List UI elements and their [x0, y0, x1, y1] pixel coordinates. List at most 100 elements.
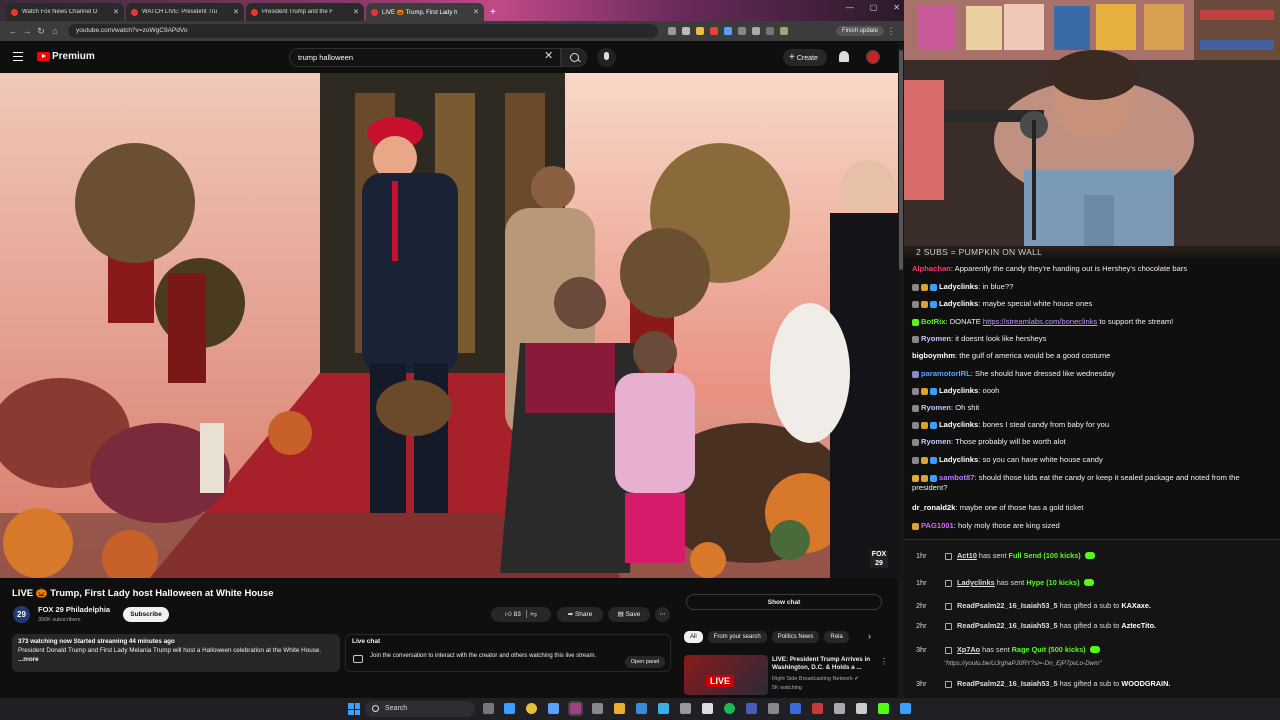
- chat-username[interactable]: Ladyclinks: [939, 282, 978, 291]
- sidebar-icon[interactable]: [766, 27, 774, 35]
- youtube-logo[interactable]: Premium: [37, 51, 95, 62]
- share-button[interactable]: ➦ Share: [557, 607, 603, 622]
- recommended-video-title[interactable]: LIVE: President Trump Arrives in Washing…: [772, 656, 882, 672]
- search-button[interactable]: [561, 48, 587, 67]
- windows-start-icon[interactable]: [348, 703, 360, 715]
- video-description[interactable]: 373 watching now Started streaming 44 mi…: [12, 634, 340, 672]
- save-button[interactable]: ▤ Save: [608, 607, 650, 622]
- browser-tab-4-active[interactable]: LIVE 🎃 Trump, First Lady h ✕: [366, 3, 484, 21]
- taskbar-search[interactable]: Search: [365, 701, 475, 717]
- extension-icon[interactable]: [710, 27, 718, 35]
- event-message-link[interactable]: "https://youtu.be/UJrghaPJ0RY?si=-Dn_EjP…: [944, 660, 1102, 667]
- reload-icon[interactable]: ↻: [34, 26, 48, 37]
- chip-all[interactable]: All: [684, 631, 703, 643]
- url-field[interactable]: youtube.com/watch?v=zoWgC9APdVo: [68, 24, 658, 38]
- scrollbar-thumb[interactable]: [899, 50, 903, 270]
- app-icon[interactable]: [834, 703, 845, 714]
- chip-politics-news[interactable]: Politics News: [771, 631, 820, 643]
- show-chat-button[interactable]: Show chat: [686, 594, 882, 610]
- chat-username[interactable]: Ryomen: [921, 403, 951, 412]
- app-icon[interactable]: [812, 703, 823, 714]
- finish-update-button[interactable]: Finish update: [835, 26, 884, 36]
- event-target-user[interactable]: WOODGRAIN.: [1121, 679, 1170, 688]
- recommended-channel-name[interactable]: Right Side Broadcasting Network ✔: [772, 676, 859, 682]
- chat-username[interactable]: bigboymhm: [912, 351, 955, 360]
- app-icon[interactable]: [790, 703, 801, 714]
- subscribe-button[interactable]: Subscribe: [123, 607, 169, 622]
- event-username[interactable]: ReadPsalm22_16_Isaiah53_5: [957, 679, 1058, 688]
- thumbs-down-icon[interactable]: │ 👎︎: [521, 611, 536, 618]
- search-input[interactable]: trump halloween: [289, 48, 561, 67]
- chat-username[interactable]: dr_ronald2k: [912, 503, 955, 512]
- chrome-icon[interactable]: [526, 703, 537, 714]
- chat-username[interactable]: Ladyclinks: [939, 455, 978, 464]
- back-icon[interactable]: ←: [6, 26, 20, 36]
- profile-icon[interactable]: [780, 27, 788, 35]
- voice-search-icon[interactable]: [597, 48, 616, 67]
- home-icon[interactable]: ⌂: [48, 26, 62, 36]
- browser-tab-3[interactable]: President Trump and the F ✕: [246, 3, 364, 21]
- channel-name[interactable]: FOX 29 Philadelphia: [38, 605, 110, 614]
- video-thumbnail[interactable]: LIVE: [684, 655, 768, 695]
- close-tab-icon[interactable]: ✕: [353, 8, 359, 16]
- chat-link[interactable]: https://streamlabs.com/boneclinks: [983, 317, 1097, 326]
- show-more-link[interactable]: ...more: [18, 656, 39, 663]
- app-icon[interactable]: [702, 703, 713, 714]
- close-tab-icon[interactable]: ✕: [233, 8, 239, 16]
- kebab-menu-icon[interactable]: ⋮: [880, 657, 888, 666]
- chevron-right-icon[interactable]: ›: [868, 631, 871, 641]
- chat-username[interactable]: Ladyclinks: [939, 386, 978, 395]
- chat-username[interactable]: Ladyclinks: [939, 299, 978, 308]
- extension-icon[interactable]: [738, 27, 746, 35]
- maximize-icon[interactable]: ▢: [870, 3, 878, 12]
- hamburger-menu-icon[interactable]: [13, 52, 23, 61]
- app-icon[interactable]: [900, 703, 911, 714]
- create-button[interactable]: + Create: [783, 49, 827, 66]
- app-icon[interactable]: [746, 703, 757, 714]
- like-dislike-button[interactable]: 👍︎ 83 │ 👎︎: [491, 607, 551, 622]
- chip-from-your-search[interactable]: From your search: [707, 631, 767, 643]
- app-icon[interactable]: [856, 703, 867, 714]
- task-view-icon[interactable]: [483, 703, 494, 714]
- close-tab-icon[interactable]: ✕: [473, 8, 479, 16]
- event-username[interactable]: Act10: [957, 551, 977, 560]
- extensions-puzzle-icon[interactable]: [752, 27, 760, 35]
- event-username[interactable]: Ladyclinks: [957, 578, 995, 587]
- app-icon[interactable]: [768, 703, 779, 714]
- extension-icon[interactable]: [696, 27, 704, 35]
- notifications-bell-icon[interactable]: [839, 51, 849, 62]
- open-panel-button[interactable]: Open panel: [625, 656, 665, 668]
- close-window-icon[interactable]: ✕: [893, 3, 900, 12]
- app-icon[interactable]: [548, 703, 559, 714]
- bookmark-star-icon[interactable]: [682, 27, 690, 35]
- chat-username[interactable]: Ryomen: [921, 437, 951, 446]
- extension-icon[interactable]: [724, 27, 732, 35]
- event-username[interactable]: Xp7Ao: [957, 645, 980, 654]
- file-explorer-icon[interactable]: [614, 703, 625, 714]
- video-player[interactable]: FOX 29: [0, 73, 898, 578]
- event-target-user[interactable]: KAXaxe.: [1121, 601, 1151, 610]
- spotify-icon[interactable]: [724, 703, 735, 714]
- minimize-icon[interactable]: —: [846, 3, 854, 12]
- forward-icon[interactable]: →: [20, 26, 34, 36]
- browser-menu-icon[interactable]: ⋮: [884, 26, 898, 37]
- clear-search-icon[interactable]: ✕: [544, 49, 553, 62]
- browser-tab-1[interactable]: Watch Fox News Channel O ✕: [6, 3, 124, 21]
- chip-related[interactable]: Rela: [824, 631, 849, 643]
- chat-username[interactable]: Alphachan: [912, 264, 951, 273]
- thumbs-up-icon[interactable]: 👍︎: [505, 611, 514, 618]
- event-username[interactable]: ReadPsalm22_16_Isaiah53_5: [957, 621, 1058, 630]
- chat-username[interactable]: Ladyclinks: [939, 420, 978, 429]
- kick-icon[interactable]: [878, 703, 889, 714]
- active-app-icon[interactable]: [570, 703, 581, 714]
- chat-username[interactable]: sambot87: [939, 473, 974, 482]
- browser-tab-2[interactable]: WATCH LIVE: President Tru ✕: [126, 3, 244, 21]
- install-icon[interactable]: [668, 27, 676, 35]
- app-icon[interactable]: [680, 703, 691, 714]
- chat-username[interactable]: Ryomen: [921, 334, 951, 343]
- app-icon[interactable]: [658, 703, 669, 714]
- close-tab-icon[interactable]: ✕: [113, 8, 119, 16]
- channel-avatar[interactable]: 29: [13, 606, 30, 623]
- more-actions-button[interactable]: ⋯: [655, 607, 670, 622]
- new-tab-button[interactable]: +: [490, 7, 496, 18]
